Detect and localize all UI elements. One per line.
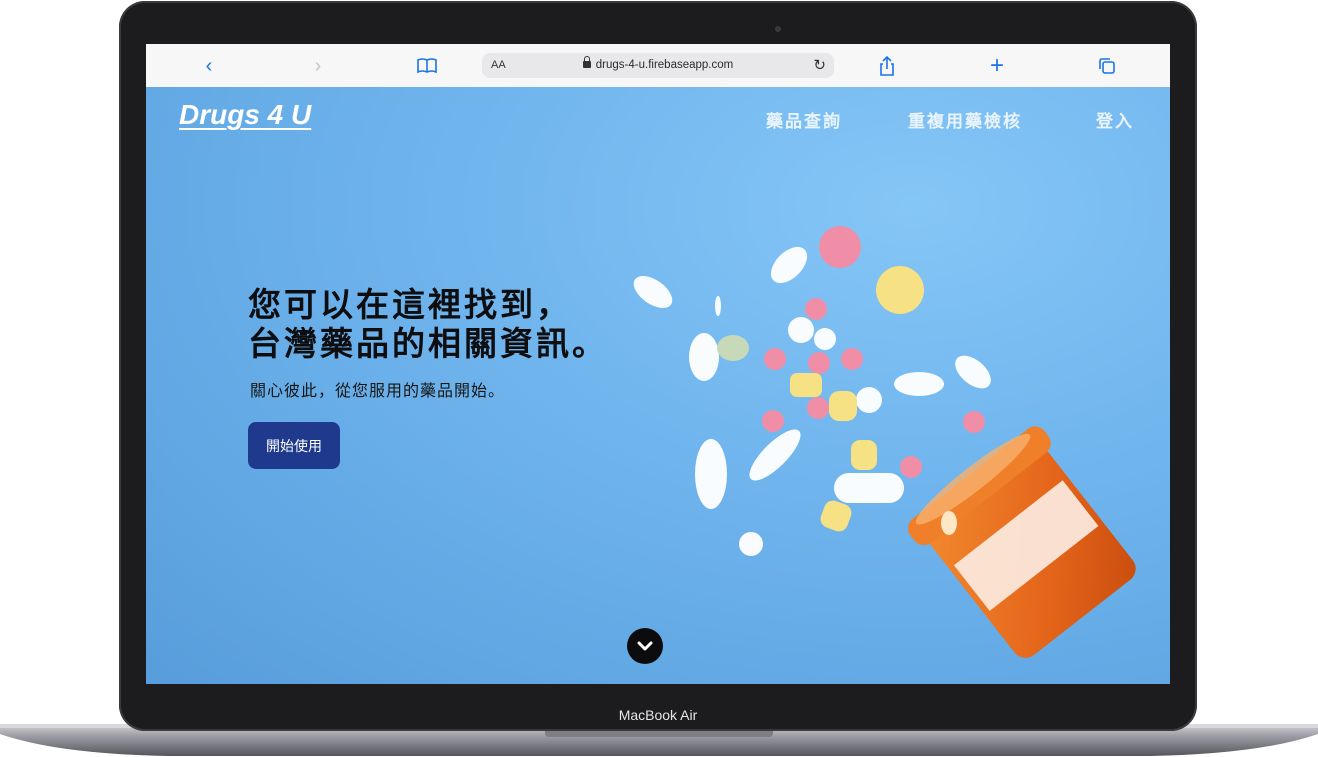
landing-page: Drugs 4 U 藥品查詢 重複用藥檢核 登入 您可以在這裡找到， 台灣藥品的… [146,87,1170,684]
hero-subtitle: 關心彼此，從您服用的藥品開始。 [250,381,506,400]
address-bar[interactable]: AA drugs-4-u.firebaseapp.com ↻ [482,53,834,78]
forward-icon[interactable]: › [306,54,330,78]
hero-title-line-2: 台灣藥品的相關資訊。 [248,324,608,363]
hero-title-line-1: 您可以在這裡找到， [248,285,572,324]
camera-icon [775,26,781,32]
reload-icon[interactable]: ↻ [813,56,826,74]
pill-bottle-icon [908,426,1136,658]
safari-toolbar: ‹ › AA drugs-4-u.firebaseapp.com ↻ + [146,44,1170,88]
nav-login[interactable]: 登入 [1096,107,1134,132]
share-icon[interactable] [875,54,899,78]
hero-title: 您可以在這裡找到， 台灣藥品的相關資訊。 [248,285,608,363]
screen: ‹ › AA drugs-4-u.firebaseapp.com ↻ + Dru… [146,44,1170,684]
new-tab-icon[interactable]: + [985,54,1009,78]
lock-icon [582,56,591,68]
tabs-icon[interactable] [1095,54,1119,78]
nav-drug-search[interactable]: 藥品查詢 [766,107,842,132]
get-started-button[interactable]: 開始使用 [248,422,340,469]
device-model-label: MacBook Air [618,707,698,723]
url-text: drugs-4-u.firebaseapp.com [595,59,734,71]
scroll-down-button[interactable] [627,628,663,664]
chevron-down-icon [637,641,653,651]
back-icon[interactable]: ‹ [197,54,221,78]
bookmarks-icon[interactable] [415,54,439,78]
nav-duplicate-check[interactable]: 重複用藥檢核 [908,107,1022,132]
brand-logo[interactable]: Drugs 4 U [179,99,311,131]
